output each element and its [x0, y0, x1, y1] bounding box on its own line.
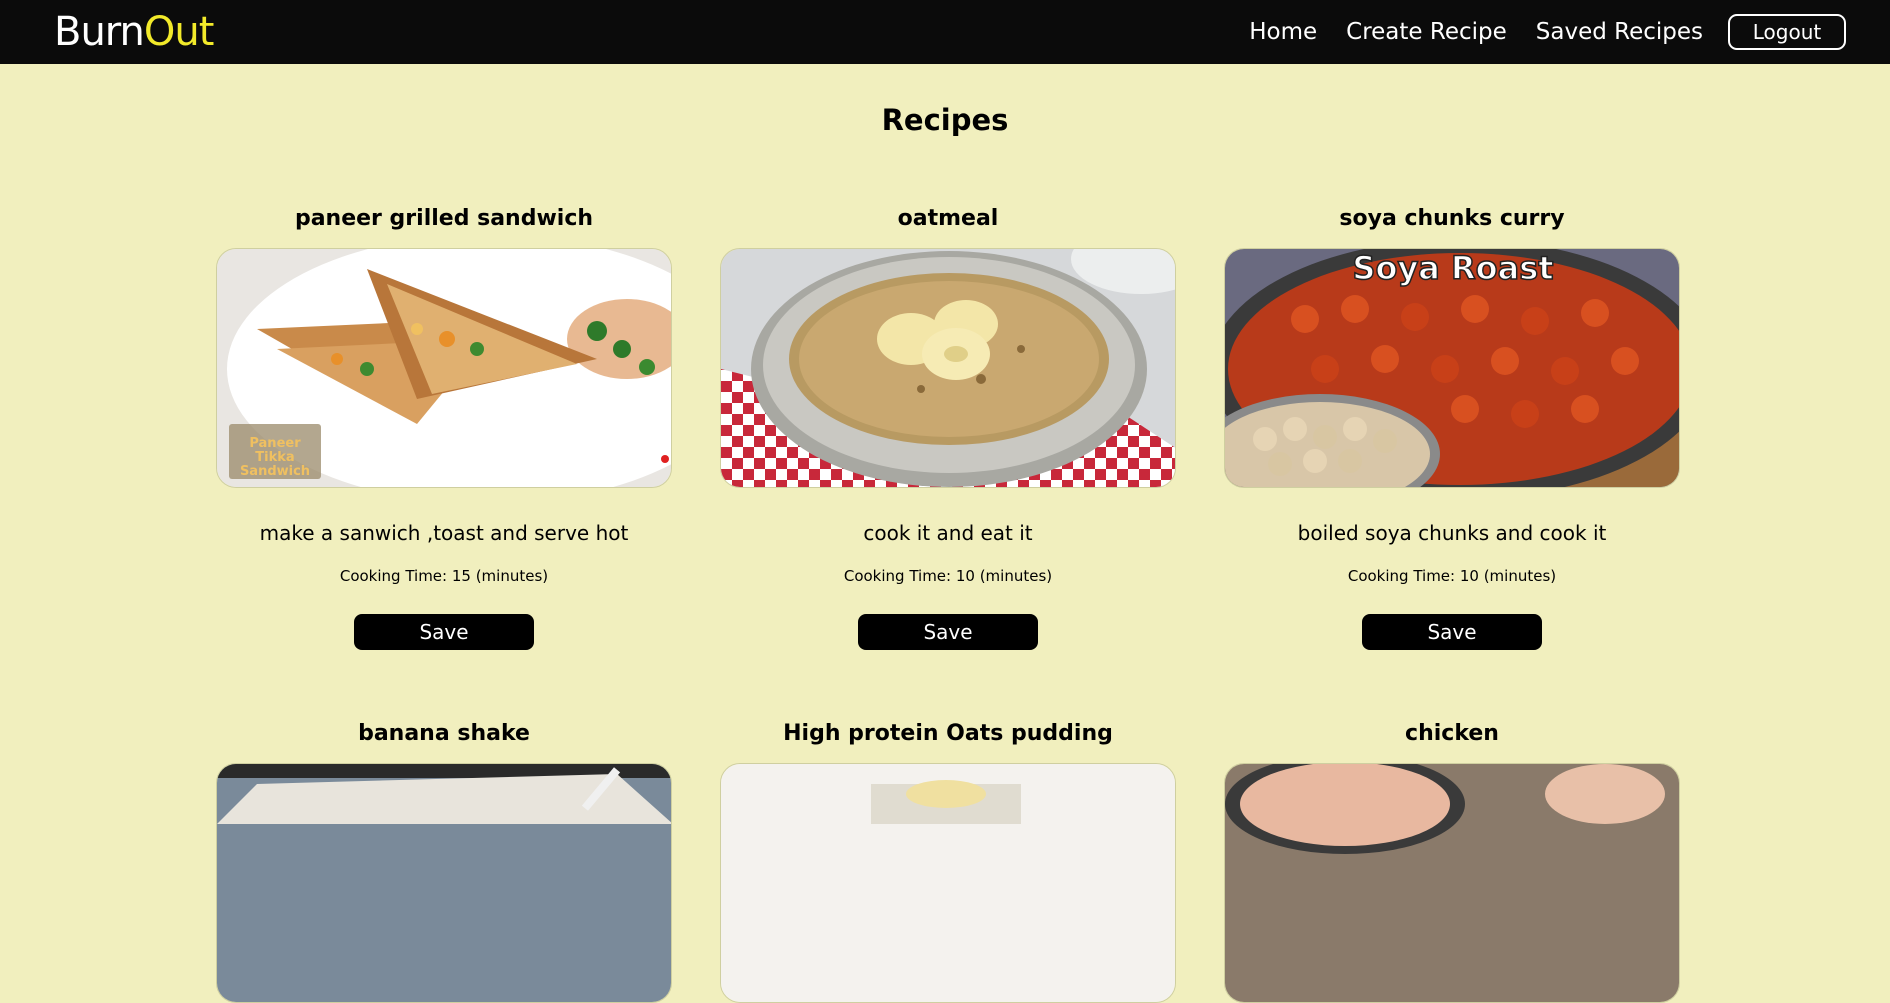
brand-logo[interactable]: BurnOut	[54, 9, 215, 55]
recipe-card: paneer grilled sandwich Paneer Tikka San…	[216, 204, 672, 650]
recipe-image	[720, 763, 1176, 1003]
save-button[interactable]: Save	[1362, 614, 1542, 650]
recipe-cooking-time: Cooking Time: 15 (minutes)	[339, 567, 549, 585]
recipe-card: oatmeal cook it and eat it Cooking Time:…	[720, 204, 1176, 650]
recipe-card: High protein Oats pudding	[720, 719, 1176, 1003]
recipe-image	[720, 248, 1176, 488]
nav-home-link[interactable]: Home	[1249, 19, 1317, 45]
recipe-card: chicken	[1224, 719, 1680, 1003]
recipe-image-caption-1: Paneer	[249, 436, 301, 451]
page-title: Recipes	[881, 103, 1009, 137]
recipe-image-caption-3: Sandwich	[240, 464, 310, 479]
recipe-title: banana shake	[358, 721, 530, 746]
recipe-title: chicken	[1405, 721, 1499, 746]
recipe-cooking-time: Cooking Time: 10 (minutes)	[843, 567, 1053, 585]
navbar: BurnOut Home Create Recipe Saved Recipes…	[0, 0, 1890, 64]
brand-part-1: Burn	[54, 9, 145, 55]
nav-links: Home Create Recipe Saved Recipes Logout	[1220, 14, 1846, 50]
recipe-instructions: boiled soya chunks and cook it	[1297, 521, 1607, 545]
recipe-card: banana shake	[216, 719, 672, 1003]
logout-button[interactable]: Logout	[1728, 14, 1846, 50]
brand-part-2: Out	[143, 9, 215, 55]
recipe-title: High protein Oats pudding	[783, 721, 1113, 746]
save-button[interactable]: Save	[354, 614, 534, 650]
nav-create-recipe-link[interactable]: Create Recipe	[1346, 19, 1507, 45]
recipe-image-caption: Soya Roast	[1352, 249, 1553, 287]
recipe-instructions: cook it and eat it	[863, 521, 1033, 545]
save-button[interactable]: Save	[858, 614, 1038, 650]
recipe-title: oatmeal	[897, 206, 999, 231]
recipe-image	[216, 763, 672, 1003]
recipe-card: soya chunks curry Soya Roast boiled soya…	[1224, 204, 1680, 650]
recipe-cooking-time: Cooking Time: 10 (minutes)	[1347, 567, 1557, 585]
recipe-image-caption-2: Tikka	[255, 450, 294, 465]
recipe-image	[1224, 763, 1680, 1003]
recipe-title: paneer grilled sandwich	[294, 206, 594, 231]
recipe-title: soya chunks curry	[1339, 206, 1565, 231]
nav-saved-recipes-link[interactable]: Saved Recipes	[1536, 19, 1703, 45]
recipe-image: Soya Roast	[1224, 248, 1680, 488]
recipe-image: Paneer Tikka Sandwich	[216, 248, 672, 488]
recipe-instructions: make a sanwich ,toast and serve hot	[259, 521, 629, 545]
